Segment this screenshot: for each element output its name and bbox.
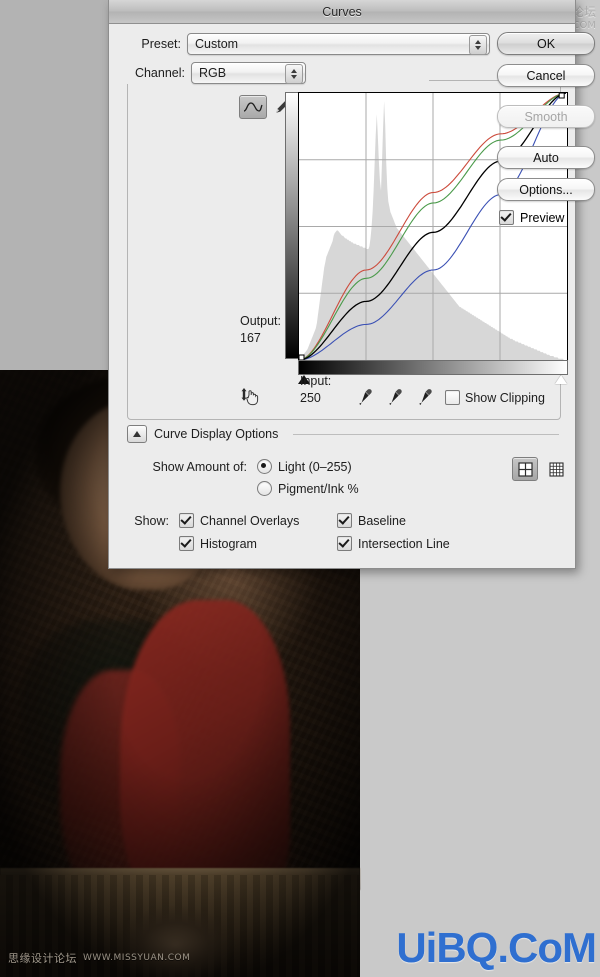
cancel-button[interactable]: Cancel: [497, 64, 595, 87]
checkbox-histogram[interactable]: Histogram: [179, 536, 337, 551]
curve-draw-icon[interactable]: [239, 95, 267, 119]
output-label: Output:: [240, 314, 281, 328]
preset-value: Custom: [195, 37, 239, 51]
watermark-missyuan-url: WWW.MISSYUAN.COM: [83, 953, 191, 963]
output-gradient-bar: [285, 92, 299, 359]
show-clipping-checkbox[interactable]: Show Clipping: [445, 390, 545, 405]
checkbox-baseline[interactable]: Baseline: [337, 513, 497, 528]
curve-display-options-title: Curve Display Options: [154, 427, 279, 441]
smooth-button: Smooth: [497, 105, 595, 128]
radio-light[interactable]: Light (0–255): [257, 459, 359, 474]
show-amount-row: Show Amount of: Light (0–255) Pigment/In…: [127, 459, 559, 496]
radio-light-button[interactable]: [257, 459, 272, 474]
show-clipping-box[interactable]: [445, 390, 460, 405]
checkbox-histogram-box[interactable]: [179, 536, 194, 551]
checkbox-channel-overlays-label: Channel Overlays: [200, 513, 300, 528]
checkbox-intersection-line[interactable]: Intersection Line: [337, 536, 497, 551]
output-readout: Output: 167: [240, 313, 281, 347]
radio-pigment-ink-label: Pigment/Ink %: [278, 481, 359, 496]
curve-display-options-panel: Curve Display Options Show Amount of: Li…: [127, 425, 569, 551]
input-readout: Input: 250: [300, 373, 331, 407]
input-value: 250: [300, 391, 321, 405]
simple-grid-button[interactable]: [512, 457, 538, 481]
output-value: 167: [240, 331, 261, 345]
radio-pigment-ink-button[interactable]: [257, 481, 272, 496]
disclosure-triangle-icon[interactable]: [127, 425, 147, 443]
checkbox-channel-overlays[interactable]: Channel Overlays: [179, 513, 337, 528]
checkbox-baseline-box[interactable]: [337, 513, 352, 528]
checkbox-histogram-label: Histogram: [200, 536, 257, 551]
channel-row: Channel: RGB: [123, 62, 429, 84]
show-row: Show: Channel Overlays Baseline Histogra…: [127, 513, 559, 551]
checkbox-baseline-label: Baseline: [358, 513, 406, 528]
preview-label: Preview: [520, 210, 565, 225]
input-gradient-bar: [298, 360, 568, 375]
photo-red-sleeve: [120, 600, 290, 930]
detailed-grid-button[interactable]: [543, 457, 569, 481]
white-point-slider[interactable]: [555, 375, 567, 384]
dialog-titlebar[interactable]: Curves: [109, 0, 575, 24]
channel-value: RGB: [199, 66, 227, 80]
dialog-button-column: OK Cancel Smooth Auto Options... Preview: [497, 32, 595, 225]
grid-size-buttons: [512, 457, 569, 481]
eyedropper-group: [355, 388, 433, 406]
radio-pigment-ink[interactable]: Pigment/Ink %: [257, 481, 359, 496]
auto-button[interactable]: Auto: [497, 146, 595, 169]
channel-dropdown[interactable]: RGB: [191, 62, 306, 84]
show-amount-label: Show Amount of:: [152, 460, 247, 474]
watermark-missyuan-cn: 思缘设计论坛: [8, 952, 77, 965]
preview-checkbox[interactable]: Preview: [499, 210, 593, 225]
watermark-uibq: UiBQ.CoM: [396, 924, 597, 971]
preview-checkbox-box[interactable]: [499, 210, 514, 225]
channel-stepper-icon[interactable]: [285, 64, 303, 84]
curve-display-options-header[interactable]: Curve Display Options: [127, 425, 559, 443]
section-divider: [293, 433, 559, 435]
photo-basin-rim: [0, 868, 360, 890]
ok-button[interactable]: OK: [497, 32, 595, 55]
checkbox-intersection-line-label: Intersection Line: [358, 536, 450, 551]
move-cursor-icon: [240, 386, 264, 408]
white-point-eyedropper[interactable]: [415, 388, 433, 406]
checkbox-intersection-line-box[interactable]: [337, 536, 352, 551]
photo-veil: [20, 620, 210, 820]
options-button[interactable]: Options...: [497, 178, 595, 201]
radio-light-label: Light (0–255): [278, 459, 352, 474]
preset-dropdown[interactable]: Custom: [187, 33, 490, 55]
show-amount-options: Light (0–255) Pigment/Ink %: [257, 459, 359, 496]
show-clipping-label: Show Clipping: [465, 390, 545, 405]
input-label: Input:: [300, 374, 332, 388]
preset-stepper-icon[interactable]: [469, 35, 487, 55]
checkbox-channel-overlays-box[interactable]: [179, 513, 194, 528]
gray-point-eyedropper[interactable]: [385, 388, 403, 406]
dialog-title: Curves: [322, 4, 362, 19]
watermark-missyuan: 思缘设计论坛 WWW.MISSYUAN.COM: [8, 950, 190, 966]
channel-label: Channel:: [134, 66, 185, 80]
photo-sleeve-back: [60, 670, 180, 910]
show-label: Show:: [134, 514, 169, 528]
black-point-eyedropper[interactable]: [355, 388, 373, 406]
preset-label: Preset:: [141, 37, 181, 51]
show-checkbox-grid: Channel Overlays Baseline Histogram Inte…: [179, 513, 497, 551]
